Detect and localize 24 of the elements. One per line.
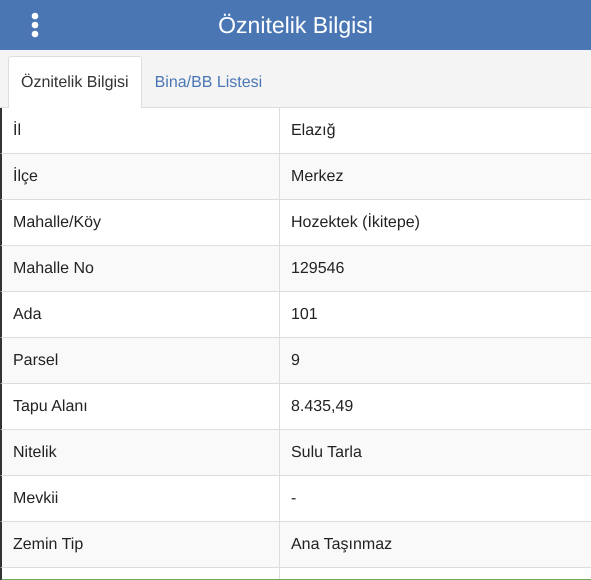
tab[interactable]: Bina/BB Listesi: [142, 56, 276, 108]
table-cell: 101: [279, 292, 591, 337]
table-cell-text: Ada: [12, 304, 42, 324]
table-cell: Ana Taşınmaz: [279, 522, 591, 567]
table-cell-text: Mahalle No: [12, 258, 95, 278]
table-cell-text: Tapu Alanı: [12, 396, 89, 416]
table-cell: -: [279, 476, 591, 521]
table-cell-text: Mevkii: [12, 488, 60, 508]
table-cell-text: Parsel: [12, 350, 60, 370]
table-cell-text: Zemin Tip: [12, 534, 84, 554]
table-cell: Merkez: [279, 154, 591, 199]
table-cell-text: Nitelik: [12, 442, 58, 462]
table-cell-text: İl: [12, 120, 22, 140]
table-cell: Sulu Tarla: [279, 430, 591, 475]
table-cell: Elazığ: [279, 108, 591, 153]
table-cell: 9: [279, 338, 591, 383]
table-cell: Hozektek (İkitepe): [279, 200, 591, 245]
table-cell: 129546: [279, 246, 591, 291]
menu-icon[interactable]: [30, 12, 40, 38]
header-title: Öznitelik Bilgisi: [218, 12, 373, 38]
tab[interactable]: Öznitelik Bilgisi: [8, 56, 142, 108]
table-cell-text: İlçe: [12, 166, 39, 186]
table-cell: 8.435,49: [279, 384, 591, 429]
table-cell-text: Mahalle/Köy: [12, 212, 102, 232]
